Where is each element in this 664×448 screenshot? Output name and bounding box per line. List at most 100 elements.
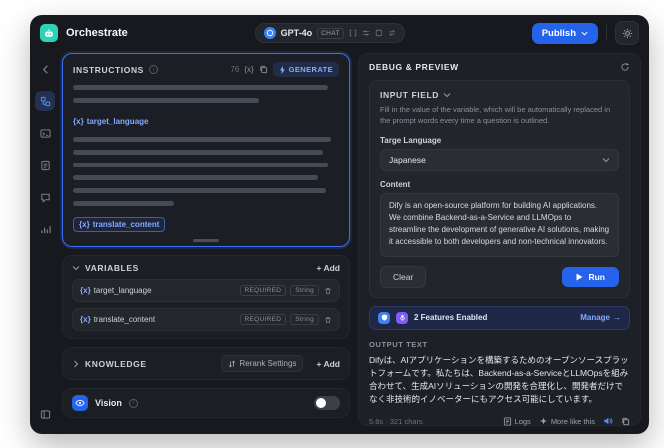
copy-output-button[interactable] [621,417,630,426]
variable-row[interactable]: {x} target_language REQUIRED String [72,279,340,302]
features-bar[interactable]: 2 Features Enabled Manage → [369,305,630,330]
target-language-select[interactable]: Japanese [380,148,619,171]
back-button[interactable] [35,59,55,79]
app-window: Orchestrate GPT-4o CHAT Publish INSTRUCT… [30,15,649,434]
instructions-panel[interactable]: INSTRUCTIONS i 76 {x} GENERATE {x} target [62,53,350,247]
speech-feature-icon [396,311,408,324]
nav-api[interactable] [35,123,55,143]
vision-toggle[interactable] [314,396,340,410]
robot-icon [45,28,53,37]
nav-orchestrate[interactable] [35,91,55,111]
nav-logs[interactable] [35,155,55,175]
expand-knowledge-button[interactable] [72,360,80,368]
run-label: Run [588,271,605,282]
title-bar: Orchestrate GPT-4o CHAT Publish [30,15,649,51]
required-badge: REQUIRED [239,285,287,296]
more-like-this-button[interactable]: More like this [539,417,595,426]
arrow-right-icon: → [613,313,621,323]
prompt-column: INSTRUCTIONS i 76 {x} GENERATE {x} target [62,53,350,426]
clear-button[interactable]: Clear [380,265,427,288]
speaker-icon [604,418,613,425]
selected-language: Japanese [389,154,426,165]
variable-name: {x} target_language [80,286,152,295]
knowledge-title: KNOWLEDGE [85,358,147,369]
arrow-left-icon [42,64,48,74]
knowledge-section: KNOWLEDGE Rerank Settings + Add [62,347,350,380]
prompt-text-line [73,136,332,142]
debug-preview-panel: DEBUG & PREVIEW INPUT FIELD Fill in the … [358,53,641,426]
sort-icon [228,360,235,367]
logs-label: Logs [514,416,531,426]
manage-features-link[interactable]: Manage → [580,313,621,322]
gear-icon [622,28,632,38]
copy-icon [260,65,267,74]
rerank-label: Rerank Settings [239,359,297,368]
run-button[interactable]: Run [562,266,619,287]
rerank-settings-button[interactable]: Rerank Settings [220,355,304,372]
nav-annotations[interactable] [35,187,55,207]
play-icon [576,273,583,281]
chevron-down-icon [72,266,80,271]
copy-prompt-button[interactable] [259,65,268,74]
vision-label: Vision [95,398,122,408]
variable-menu-button[interactable] [324,316,332,324]
prompt-text-line [73,188,326,194]
prompt-text-line [73,85,329,90]
content-label: Content [380,179,411,189]
annotation-icon [40,193,50,203]
app-icon[interactable] [40,24,58,42]
context-icon [349,29,357,37]
restart-button[interactable] [620,62,630,72]
content-textarea[interactable]: Dify is an open-source platform for buil… [380,192,619,257]
trash-icon [325,287,331,294]
logs-button[interactable]: Logs [503,417,531,426]
read-aloud-button[interactable] [603,416,613,426]
variables-section: VARIABLES + Add {x} target_language REQUI… [62,255,350,339]
model-name: GPT-4o [280,28,313,38]
more-like-this-label: More like this [550,416,595,426]
variable-row[interactable]: {x} translate_content REQUIRED String [72,308,340,331]
publish-button[interactable]: Publish [531,22,598,44]
collapse-panel-button[interactable] [35,404,55,424]
collapse-input-field-button[interactable] [443,91,451,99]
info-icon: i [148,65,158,74]
variable-chip-target-language[interactable]: {x} target_language [73,117,148,126]
header-divider [606,25,607,41]
vision-feature-row: Vision i [62,388,350,418]
left-rail [30,51,60,434]
required-badge: REQUIRED [239,314,287,325]
target-language-label: Targe Language [380,135,442,145]
terminal-icon [39,128,51,138]
vision-icon [72,395,88,411]
logs-icon [503,417,511,426]
variable-menu-button[interactable] [324,287,332,295]
model-selector[interactable]: GPT-4o CHAT [254,23,405,43]
variable-name: {x} translate_content [80,315,156,324]
features-enabled-label: 2 Features Enabled [414,313,488,323]
orchestrate-icon [40,96,50,106]
generate-button[interactable]: GENERATE [272,62,339,77]
generate-label: GENERATE [288,65,333,74]
trash-icon [325,316,331,323]
moderation-feature-icon [378,311,390,324]
output-footer: 5.6s · 321 chars Logs More like this [369,416,630,426]
model-provider-icon [263,27,276,39]
settings-button[interactable] [615,21,639,45]
add-variable-button[interactable]: + Add [316,263,340,273]
chevron-down-icon [581,31,588,36]
resize-handle[interactable] [193,239,219,242]
nav-monitoring[interactable] [35,219,55,239]
collapse-variables-button[interactable] [72,264,80,272]
chevron-down-icon [602,157,610,163]
toggle-knob [316,398,326,408]
copy-icon [622,417,630,426]
add-knowledge-button[interactable]: + Add [316,359,340,369]
publish-label: Publish [541,27,576,39]
type-badge: String [290,285,319,296]
chevron-right-icon [74,360,79,367]
variables-title: VARIABLES [85,263,139,273]
output-text-title: OUTPUT TEXT [369,339,428,349]
insert-variable-button[interactable]: {x} [244,65,253,74]
prompt-text-line [73,175,318,181]
variable-chip-translate-content[interactable]: {x} translate_content [73,217,166,232]
